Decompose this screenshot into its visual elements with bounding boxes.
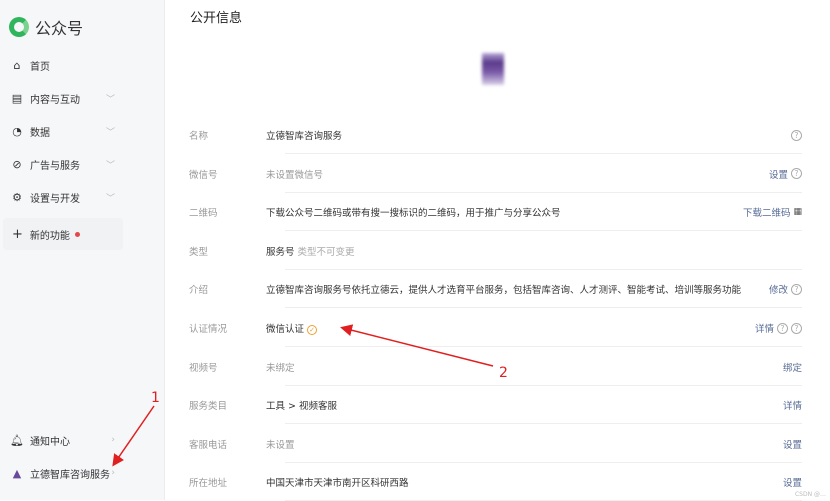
annotation-arrow-1 (112, 405, 155, 467)
annotation-label-1: 1 (151, 390, 160, 406)
watermark: CSDN @… (794, 491, 826, 498)
annotation-label-2: 2 (499, 365, 508, 381)
annotation-arrow-2 (340, 324, 494, 367)
annotation-arrows (112, 324, 494, 467)
